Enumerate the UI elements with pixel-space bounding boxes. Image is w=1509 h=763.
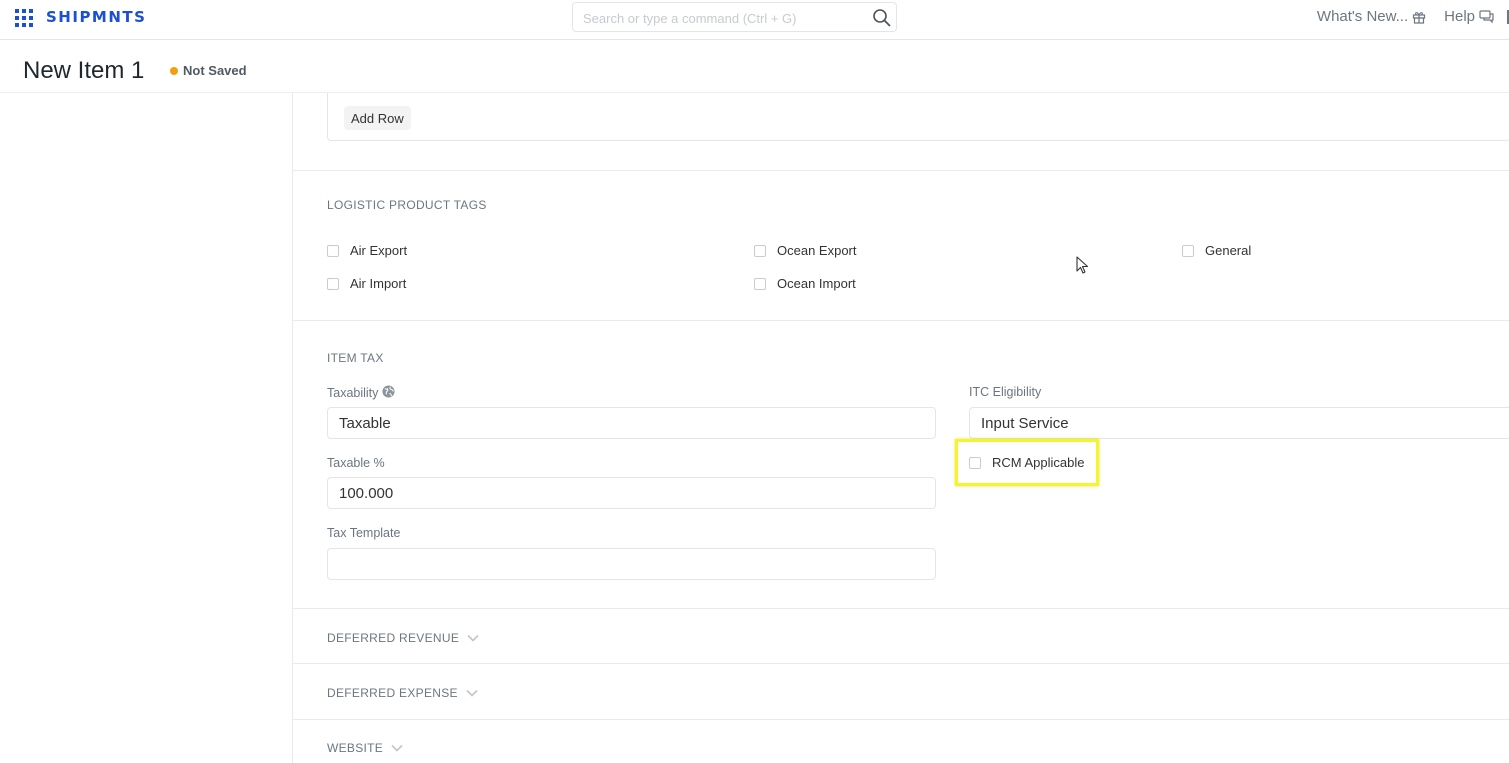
taxable-pct-label: Taxable % xyxy=(327,456,385,470)
chevron-down-icon xyxy=(467,631,479,645)
checkbox-label: Ocean Export xyxy=(777,243,857,258)
tax-template-field[interactable] xyxy=(327,548,936,580)
section-title: LOGISTIC PRODUCT TAGS xyxy=(327,198,487,212)
tax-template-label: Tax Template xyxy=(327,526,401,540)
navbar-right: What's New... Help xyxy=(1311,8,1509,25)
section-title: DEFERRED EXPENSE xyxy=(327,686,458,700)
page-head: New Item 1 Not Saved xyxy=(0,41,1509,93)
checkbox-label: General xyxy=(1205,243,1252,258)
section-title: WEBSITE xyxy=(327,741,384,755)
gift-icon xyxy=(1412,10,1426,24)
brand[interactable]: SHIPMNTS xyxy=(14,8,146,27)
checkbox-box[interactable] xyxy=(754,244,766,257)
apps-grid-icon[interactable] xyxy=(14,8,33,27)
chat-icon xyxy=(1479,9,1495,24)
checkbox-air-import[interactable]: Air Import xyxy=(327,276,406,291)
form-body: Add Row LOGISTIC PRODUCT TAGS Air Export… xyxy=(292,93,1509,763)
deferred-expense-section: DEFERRED EXPENSE xyxy=(293,664,1509,720)
checkbox-ocean-export[interactable]: Ocean Export xyxy=(754,243,857,258)
globe-icon xyxy=(382,385,395,401)
checkbox-box[interactable] xyxy=(327,277,339,290)
table-section: Add Row xyxy=(293,93,1509,171)
checkbox-label: Air Import xyxy=(350,276,407,291)
checkbox-label: Ocean Import xyxy=(777,276,856,291)
chevron-down-icon xyxy=(391,741,403,755)
navbar: SHIPMNTS What's New... Help xyxy=(0,0,1509,40)
checkbox-label: Air Export xyxy=(350,243,408,258)
chevron-down-icon xyxy=(466,686,478,700)
page-title: New Item 1 xyxy=(23,57,145,84)
checkbox-box[interactable] xyxy=(754,277,766,290)
search-input[interactable] xyxy=(583,8,863,28)
itc-eligibility-label: ITC Eligibility xyxy=(969,385,1042,399)
brand-name[interactable]: SHIPMNTS xyxy=(46,8,146,26)
whats-new-label: What's New... xyxy=(1316,8,1409,25)
section-title: ITEM TAX xyxy=(327,351,384,365)
taxability-label-text: Taxability xyxy=(327,386,379,400)
deferred-expense-toggle[interactable]: DEFERRED EXPENSE xyxy=(327,686,478,700)
taxability-label: Taxability xyxy=(327,385,395,401)
logistic-tags-section: LOGISTIC PRODUCT TAGS Air Export Air Imp… xyxy=(293,171,1509,321)
checkbox-box[interactable] xyxy=(1182,244,1194,257)
add-row-button[interactable]: Add Row xyxy=(344,106,411,130)
item-tax-section: ITEM TAX Taxability Taxable Taxable % 10… xyxy=(293,321,1509,609)
checkbox-air-export[interactable]: Air Export xyxy=(327,243,407,258)
checkbox-ocean-import[interactable]: Ocean Import xyxy=(754,276,856,291)
deferred-revenue-toggle[interactable]: DEFERRED REVENUE xyxy=(327,631,479,645)
taxable-pct-field[interactable]: 100.000 xyxy=(327,477,936,509)
highlight-box xyxy=(955,439,1099,486)
checkbox-box[interactable] xyxy=(327,244,339,257)
taxability-field[interactable]: Taxable xyxy=(327,407,936,439)
help-link[interactable]: Help xyxy=(1438,8,1501,25)
checkbox-general[interactable]: General xyxy=(1182,243,1251,258)
itc-eligibility-field[interactable]: Input Service xyxy=(969,407,1509,439)
website-toggle[interactable]: WEBSITE xyxy=(327,741,403,755)
child-table: Add Row xyxy=(327,93,1509,141)
deferred-revenue-section: DEFERRED REVENUE xyxy=(293,609,1509,664)
status-text: Not Saved xyxy=(183,63,247,78)
status-badge: Not Saved xyxy=(170,63,247,78)
whats-new-link[interactable]: What's New... xyxy=(1311,8,1432,25)
search-icon[interactable] xyxy=(872,8,892,28)
status-dot-icon xyxy=(170,66,178,75)
section-title: DEFERRED REVENUE xyxy=(327,631,460,645)
help-label: Help xyxy=(1444,8,1475,25)
mouse-cursor-icon xyxy=(1076,256,1090,281)
website-section: WEBSITE xyxy=(293,720,1509,763)
search-bar[interactable] xyxy=(572,2,897,32)
